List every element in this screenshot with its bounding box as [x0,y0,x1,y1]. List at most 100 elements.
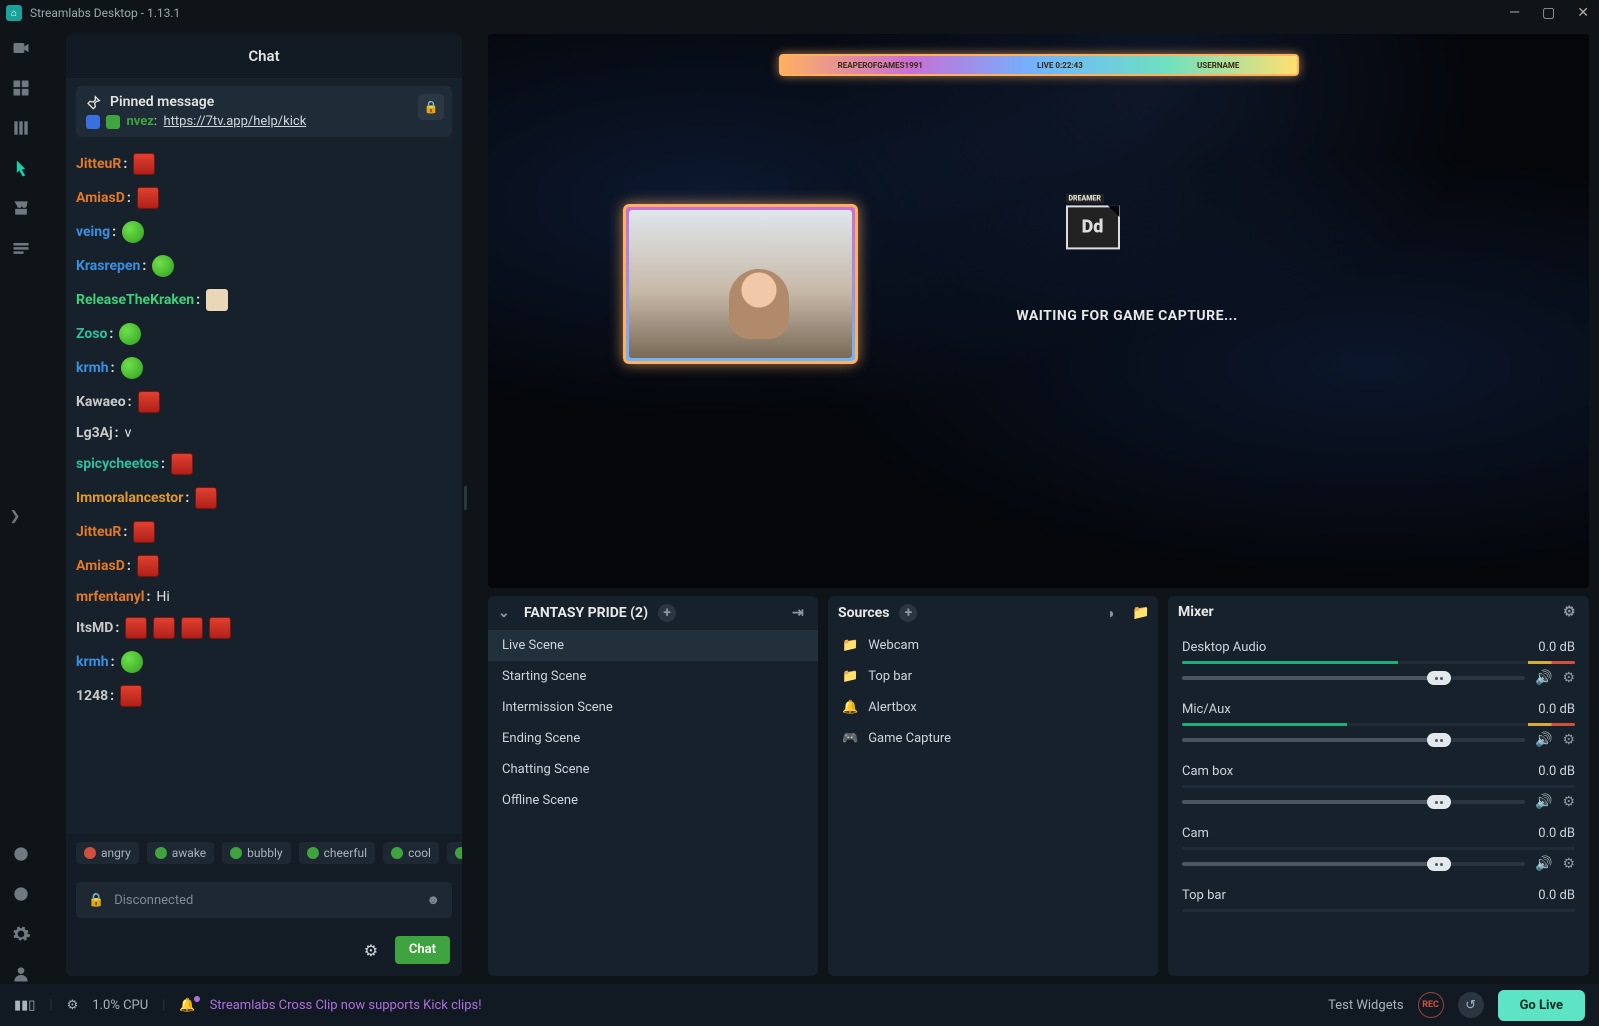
chat-username[interactable]: ReleaseTheKraken [76,292,194,308]
emote-icon [121,651,143,673]
overlay-icon[interactable] [11,158,31,178]
mood-chip[interactable]: cheerful [299,842,375,864]
emoji-icon[interactable]: ☻ [426,892,440,908]
close-button[interactable]: ✕ [1573,5,1593,21]
chat-panel: Chat 🔒 Pinned message nvez: https://7tv.… [66,34,462,976]
channel-settings-icon[interactable]: ⚙ [1562,856,1575,872]
maximize-button[interactable]: ▢ [1538,5,1559,21]
scene-item[interactable]: Chatting Scene [488,754,818,785]
pin-icon [86,94,102,110]
chat-username[interactable]: mrfentanyl [76,589,144,605]
camera-icon[interactable] [11,38,31,58]
chat-send-button[interactable]: Chat [395,936,450,964]
mixer-settings-button[interactable]: ⚙ [1563,604,1579,620]
record-button[interactable]: REC [1418,992,1444,1018]
chat-message: krmh: [76,351,452,385]
minimize-button[interactable]: ― [1505,5,1524,21]
plugin1-icon[interactable] [11,844,31,864]
scene-item[interactable]: Intermission Scene [488,692,818,723]
user-icon[interactable] [11,964,31,984]
pinned-user: nvez [126,114,153,129]
store-icon[interactable] [11,198,31,218]
scene-item[interactable]: Starting Scene [488,661,818,692]
split-handle[interactable] [462,26,468,984]
chevron-down-icon[interactable]: ⌄ [498,605,514,621]
mute-icon[interactable]: 🔊 [1535,856,1552,872]
source-folder-icon[interactable]: 📁 [1132,605,1148,621]
channel-settings-icon[interactable]: ⚙ [1562,794,1575,810]
channel-settings-icon[interactable]: ⚙ [1562,670,1575,686]
mute-icon[interactable]: 🔊 [1535,670,1552,686]
chat-message: Kawaeo: [76,385,452,419]
transition-icon[interactable]: ⇥ [792,605,808,621]
mixer-slider[interactable] [1182,676,1525,680]
mixer-meter [1182,723,1575,726]
add-scene-button[interactable]: + [658,604,676,622]
mute-icon[interactable]: 🔊 [1535,794,1552,810]
source-item[interactable]: 🎮Game Capture [828,723,1158,754]
chat-username[interactable]: AmiasD [76,558,125,574]
chat-username[interactable]: ItsMD [76,620,113,636]
preview-area[interactable]: REAPEROFGAMES1991 LIVE 0:22:43 USERNAME … [488,34,1589,588]
go-live-button[interactable]: Go Live [1498,990,1585,1021]
settings-icon[interactable] [11,924,31,944]
test-widgets-button[interactable]: Test Widgets [1328,998,1403,1013]
chat-username[interactable]: Kawaeo [76,394,126,410]
chat-message-list[interactable]: JitteuR:AmiasD:veing:Krasrepen:ReleaseTh… [66,143,462,834]
mixer-slider[interactable] [1182,800,1525,804]
mood-chip[interactable]: cool [383,842,439,864]
plugin2-icon[interactable] [11,884,31,904]
source-item[interactable]: 🔔Alertbox [828,692,1158,723]
chat-username[interactable]: veing [76,224,110,240]
waiting-text: WAITING FOR GAME CAPTURE... [1016,308,1237,324]
mood-chip[interactable]: angry [76,842,139,864]
scene-item[interactable]: Offline Scene [488,785,818,816]
notification-icon[interactable]: 🔔 [179,998,195,1013]
grid-icon[interactable] [11,78,31,98]
chat-settings-button[interactable]: ⚙ [357,936,385,964]
chat-message: Zoso: [76,317,452,351]
emote-icon [195,487,217,509]
emote-icon [119,323,141,345]
emote-icon [137,555,159,577]
stats-icon[interactable]: ▮▮▯ [14,998,35,1013]
chat-message: AmiasD: [76,549,452,583]
chat-username[interactable]: 1248 [76,688,108,704]
pinned-link[interactable]: https://7tv.app/help/kick [164,114,307,129]
mood-chip[interactable]: awake [147,842,214,864]
mood-chip[interactable]: bubbly [222,842,290,864]
replay-buffer-button[interactable]: ↺ [1458,992,1484,1018]
add-source-button[interactable]: + [899,604,917,622]
scene-item[interactable]: Live Scene [488,630,818,661]
source-item[interactable]: 📁Webcam [828,630,1158,661]
chat-username[interactable]: Krasrepen [76,258,140,274]
chat-username[interactable]: krmh [76,360,109,376]
channel-settings-icon[interactable]: ⚙ [1562,732,1575,748]
chat-username[interactable]: spicycheetos [76,456,159,472]
chat-username[interactable]: Zoso [76,326,107,342]
chat-username[interactable]: JitteuR [76,524,121,540]
source-item[interactable]: 📁Top bar [828,661,1158,692]
chat-input-placeholder: Disconnected [114,893,193,908]
source-vis-icon[interactable]: ◑ [1106,605,1122,621]
mixer-slider[interactable] [1182,738,1525,742]
highlighter-icon[interactable] [11,238,31,258]
columns-icon[interactable] [11,118,31,138]
collapse-chat-button[interactable]: ❯ [4,505,26,527]
chat-username[interactable]: krmh [76,654,109,670]
chat-username[interactable]: AmiasD [76,190,125,206]
scene-item[interactable]: Ending Scene [488,723,818,754]
mixer-body: Desktop Audio0.0 dB🔊⚙Mic/Aux0.0 dB🔊⚙Cam … [1168,628,1589,976]
mixer-db: 0.0 dB [1538,702,1575,717]
chat-username[interactable]: JitteuR [76,156,121,172]
chat-username[interactable]: Immoralancestor [76,490,183,506]
chat-username[interactable]: Lg3Aj [76,425,113,441]
pinned-lock-icon[interactable]: 🔒 [418,94,444,120]
mute-icon[interactable]: 🔊 [1535,732,1552,748]
mood-chip[interactable]: cr [447,842,462,864]
scenes-list: Live SceneStarting SceneIntermission Sce… [488,630,818,976]
mixer-slider[interactable] [1182,862,1525,866]
promo-text[interactable]: Streamlabs Cross Clip now supports Kick … [210,998,482,1013]
chat-input[interactable]: 🔒 Disconnected ☻ [76,882,452,918]
emote-icon [171,453,193,475]
